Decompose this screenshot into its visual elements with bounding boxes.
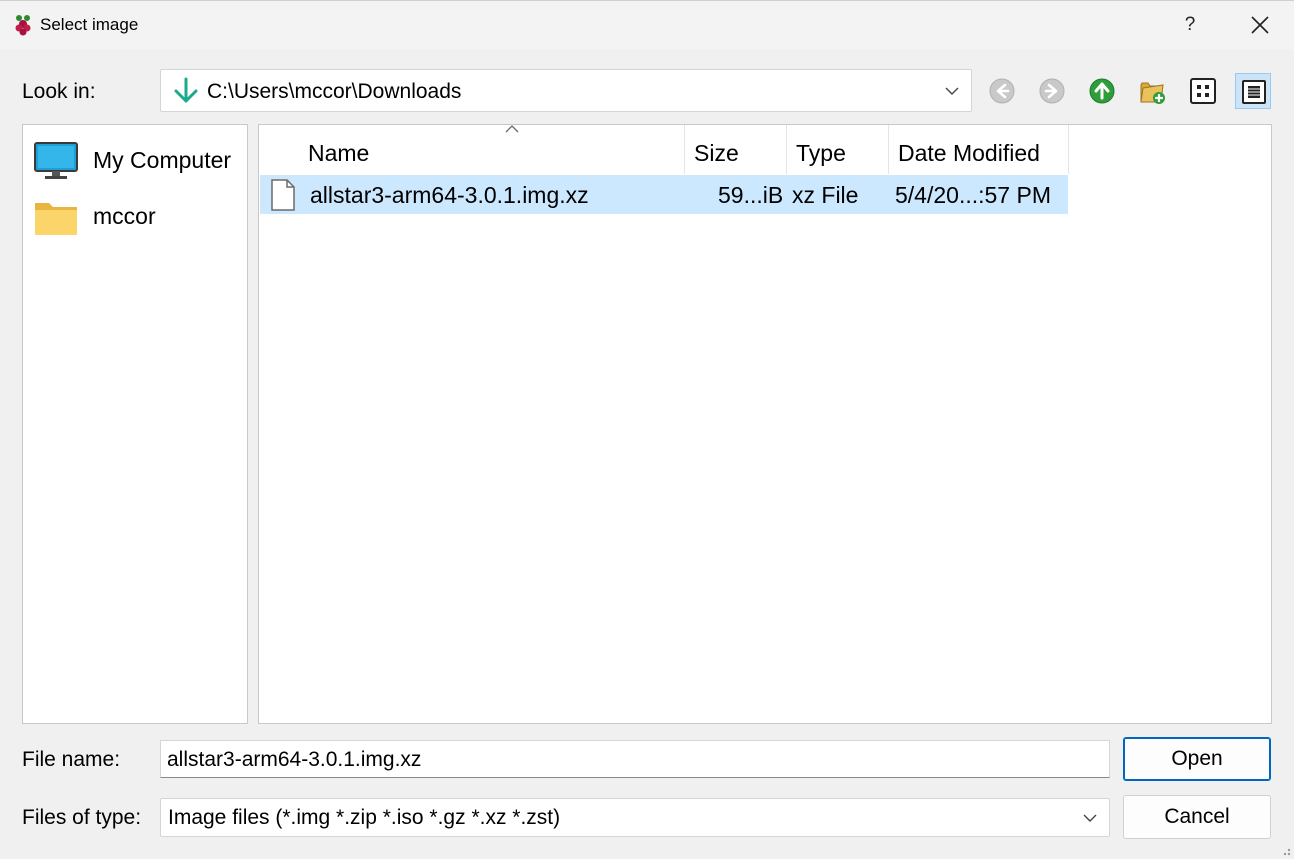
column-header-type[interactable]: Type [787, 125, 889, 174]
forward-button[interactable] [1034, 73, 1070, 109]
column-header-label: Size [694, 140, 739, 166]
sidebar-item-my-computer[interactable]: My Computer [23, 135, 247, 181]
open-button[interactable]: Open [1123, 737, 1271, 781]
back-arrow-icon [989, 78, 1015, 104]
back-button[interactable] [984, 73, 1020, 109]
look-in-combo[interactable]: C:\Users\mccor\Downloads [160, 69, 972, 112]
file-size-cell: 59...iB [718, 182, 784, 208]
look-in-label: Look in: [22, 80, 96, 103]
raspberry-app-icon [15, 15, 31, 36]
sidebar-item-mccor[interactable]: mccor [23, 191, 247, 237]
close-button[interactable] [1238, 9, 1282, 41]
look-in-path: C:\Users\mccor\Downloads [207, 80, 462, 103]
column-header-label: Date Modified [898, 140, 1040, 166]
chevron-down-icon [945, 87, 959, 95]
list-view-icon [1190, 78, 1216, 104]
sidebar-item-label: My Computer [93, 147, 232, 173]
files-of-type-value: Image files (*.img *.zip *.iso *.gz *.xz… [168, 806, 561, 829]
folder-icon [35, 203, 77, 235]
downloads-arrow-icon [174, 77, 198, 103]
new-folder-icon [1140, 82, 1165, 104]
column-header-name[interactable]: Name [299, 125, 685, 174]
up-arrow-icon [1089, 78, 1115, 104]
file-list-header: Name Size Type Date Modified [259, 125, 1069, 174]
new-folder-button[interactable] [1134, 73, 1170, 109]
cancel-button[interactable]: Cancel [1123, 795, 1271, 839]
file-name-input[interactable]: allstar3-arm64-3.0.1.img.xz [160, 740, 1110, 778]
files-of-type-combo[interactable]: Image files (*.img *.zip *.iso *.gz *.xz… [160, 798, 1110, 837]
resize-grip-icon[interactable] [1278, 843, 1292, 857]
computer-icon [34, 142, 78, 179]
detail-view-icon [1242, 80, 1266, 104]
detail-view-button[interactable] [1235, 73, 1271, 109]
file-modified-cell: 5/4/20...:57 PM [895, 182, 1051, 208]
file-icon [271, 179, 295, 211]
forward-arrow-icon [1039, 78, 1065, 104]
close-icon [1251, 16, 1269, 34]
parent-directory-button[interactable] [1084, 73, 1120, 109]
column-header-date-modified[interactable]: Date Modified [889, 125, 1069, 174]
column-header-label: Name [308, 140, 370, 166]
sidebar: My Computer mccor [22, 124, 248, 724]
chevron-down-icon [1083, 814, 1097, 822]
table-row[interactable]: allstar3-arm64-3.0.1.img.xz 59...iB xz F… [260, 175, 1068, 214]
files-of-type-label: Files of type: [22, 806, 142, 829]
file-list[interactable]: Name Size Type Date Modified allstar3-ar… [258, 124, 1272, 724]
window-title: Select image [40, 15, 139, 34]
file-type-cell: xz File [792, 182, 859, 208]
list-view-button[interactable] [1185, 73, 1221, 109]
file-name-cell: allstar3-arm64-3.0.1.img.xz [310, 182, 589, 208]
title-bar[interactable]: Select image ? [0, 1, 1294, 49]
sort-ascending-icon [505, 125, 519, 133]
sidebar-item-label: mccor [93, 203, 156, 229]
column-header-label: Type [796, 140, 846, 166]
column-header-size[interactable]: Size [685, 125, 787, 174]
select-image-dialog: Select image ? Look in: C:\Users\mccor\D… [0, 0, 1294, 859]
file-name-label: File name: [22, 748, 121, 771]
help-button[interactable]: ? [1170, 9, 1210, 41]
